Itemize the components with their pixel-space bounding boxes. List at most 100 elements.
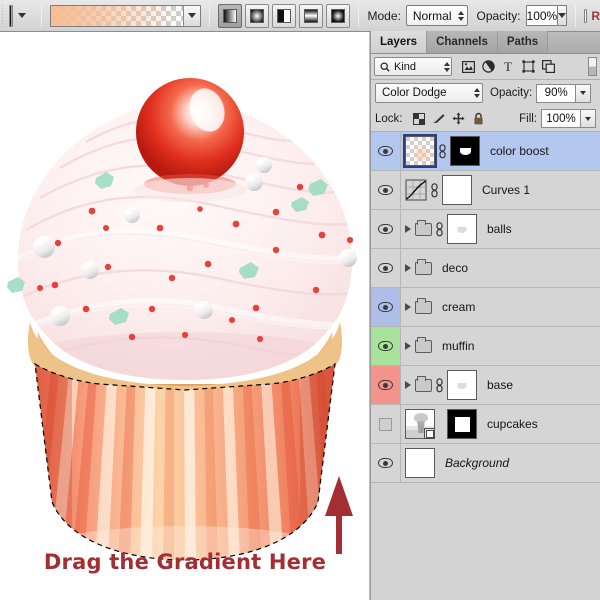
layer-blend-mode-select[interactable]: Color Dodge	[375, 83, 483, 103]
layer-visibility-toggle[interactable]	[371, 444, 401, 482]
layer-mask-thumbnail[interactable]	[442, 175, 472, 205]
layer-row-cream[interactable]: cream	[371, 288, 600, 327]
opacity-chevron-down-icon[interactable]	[558, 5, 568, 26]
layer-body[interactable]: balls	[401, 214, 600, 244]
filter-pixel-icon[interactable]	[458, 57, 478, 77]
layer-visibility-toggle[interactable]	[371, 171, 401, 209]
filter-shape-icon[interactable]	[518, 57, 538, 77]
layer-name[interactable]: Curves 1	[482, 183, 530, 197]
layer-name[interactable]: color boost	[490, 144, 549, 158]
fill-input[interactable]: 100%	[541, 109, 581, 128]
tab-layers[interactable]: Layers	[371, 31, 428, 53]
layer-body[interactable]: muffin	[401, 327, 600, 365]
blend-mode-select[interactable]: Normal	[405, 5, 468, 26]
layer-name[interactable]: base	[487, 378, 513, 392]
blend-mode-stepper-icon[interactable]	[452, 10, 465, 21]
gradient-type-reflected-button[interactable]	[299, 3, 324, 28]
tab-channels[interactable]: Channels	[427, 31, 498, 53]
layer-body[interactable]: cream	[401, 288, 600, 326]
layer-row-cupcakes[interactable]: cupcakes	[371, 405, 600, 444]
layer-row-curves-1[interactable]: Curves 1	[371, 171, 600, 210]
layer-visibility-toggle[interactable]	[371, 366, 401, 404]
layer-row-balls[interactable]: balls	[371, 210, 600, 249]
lock-image-icon[interactable]	[429, 110, 449, 128]
layer-mask-thumbnail[interactable]	[450, 136, 480, 166]
disclosure-triangle-icon[interactable]	[405, 264, 411, 272]
lock-transparency-icon[interactable]	[409, 110, 429, 128]
smart-object-thumbnail[interactable]	[405, 409, 435, 439]
layer-mask-thumbnail[interactable]	[447, 409, 477, 439]
layer-visibility-toggle[interactable]	[371, 210, 401, 248]
layer-opacity-input[interactable]: 90%	[536, 83, 577, 103]
gradient-swatch-preview[interactable]	[51, 5, 184, 26]
layer-visibility-toggle[interactable]	[371, 249, 401, 287]
eye-icon	[378, 263, 393, 273]
link-icon[interactable]	[435, 377, 444, 393]
layer-body[interactable]: color boost	[401, 134, 600, 168]
layer-name[interactable]: balls	[487, 222, 512, 236]
layer-body[interactable]: deco	[401, 258, 600, 275]
disclosure-triangle-icon[interactable]	[405, 342, 411, 350]
layer-row-background[interactable]: Background	[371, 444, 600, 483]
layer-row-color-boost[interactable]: color boost	[371, 132, 600, 171]
gradient-type-angle-button[interactable]	[272, 3, 297, 28]
gradient-type-radial-button[interactable]	[245, 3, 270, 28]
link-icon[interactable]	[435, 221, 444, 237]
filter-kind-stepper-icon[interactable]	[435, 61, 450, 72]
layer-visibility-toggle[interactable]	[371, 288, 401, 326]
layer-opacity-chevron-down-icon[interactable]	[576, 83, 592, 103]
layer-mask-thumbnail[interactable]	[447, 370, 477, 400]
link-icon[interactable]	[430, 182, 439, 198]
layer-name[interactable]: muffin	[442, 339, 474, 353]
filter-enable-toggle[interactable]	[588, 57, 597, 76]
gradient-type-diamond-button[interactable]	[326, 3, 351, 28]
gradient-type-linear-button[interactable]	[218, 3, 243, 28]
curves-adjustment-icon[interactable]	[405, 179, 427, 201]
eye-icon	[378, 302, 393, 312]
layer-name[interactable]: cupcakes	[487, 417, 538, 431]
reverse-checkbox[interactable]	[584, 8, 588, 23]
gradient-picker[interactable]	[50, 4, 202, 27]
disclosure-triangle-icon[interactable]	[405, 225, 411, 233]
filter-smart-object-icon[interactable]	[538, 57, 558, 77]
disclosure-triangle-icon[interactable]	[405, 303, 411, 311]
layer-name[interactable]: Background	[445, 456, 509, 470]
tool-preset-picker[interactable]	[8, 4, 14, 27]
layer-mask-thumbnail[interactable]	[447, 214, 477, 244]
layers-list[interactable]: color boost Curves 1 balls deco cream mu…	[371, 132, 600, 600]
lock-bar: Lock: Fill: 100%	[371, 106, 600, 132]
layer-row-muffin[interactable]: muffin	[371, 327, 600, 366]
filter-kind-select[interactable]: Kind	[374, 57, 452, 76]
layer-row-deco[interactable]: deco	[371, 249, 600, 288]
tab-paths[interactable]: Paths	[497, 31, 549, 53]
layer-body[interactable]: Curves 1	[401, 175, 600, 205]
layer-body[interactable]: Background	[401, 448, 600, 478]
filter-adjustment-icon[interactable]	[478, 57, 498, 77]
lock-all-icon[interactable]	[469, 110, 489, 128]
layer-blend-mode-stepper-icon[interactable]	[467, 88, 480, 98]
layer-thumbnail[interactable]	[405, 448, 435, 478]
eye-icon	[378, 341, 393, 351]
opacity-input[interactable]: 100%	[525, 5, 559, 26]
options-bar-grip[interactable]	[2, 4, 3, 27]
link-icon[interactable]	[438, 143, 447, 159]
gradient-preset-chevron-down-icon[interactable]	[183, 5, 201, 26]
layer-visibility-toggle[interactable]	[371, 327, 401, 365]
layer-visibility-toggle[interactable]	[371, 405, 401, 443]
layer-thumbnail[interactable]	[403, 134, 437, 168]
layer-name[interactable]: deco	[442, 261, 468, 275]
fill-value: 100%	[546, 112, 576, 125]
layer-body[interactable]: base	[401, 366, 600, 404]
fill-chevron-down-icon[interactable]	[581, 109, 596, 128]
layer-visibility-toggle[interactable]	[371, 132, 401, 170]
layer-name[interactable]: cream	[442, 300, 475, 314]
layer-body[interactable]: cupcakes	[401, 409, 600, 439]
filter-kind-label: Kind	[394, 60, 417, 73]
tool-preset-chevron-down-icon[interactable]	[18, 13, 27, 18]
cherry-sphere	[136, 78, 244, 186]
filter-type-icon[interactable]: T	[498, 57, 518, 77]
layer-row-base[interactable]: base	[371, 366, 600, 405]
document-canvas[interactable]: Drag the Gradient Here	[0, 32, 370, 600]
disclosure-triangle-icon[interactable]	[405, 381, 411, 389]
lock-position-icon[interactable]	[449, 110, 469, 128]
